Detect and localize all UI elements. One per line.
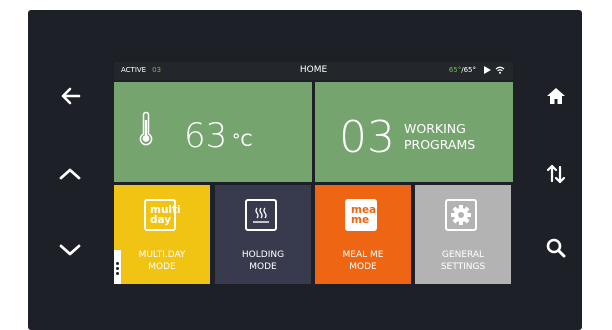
working-programs-tile[interactable]: 03 WORKING PROGRAMS (315, 82, 513, 182)
multi-day-icon: multi day (144, 199, 181, 231)
meal-me-mode-label: MEAL ME MODE (315, 249, 411, 273)
general-settings-tile[interactable]: GENERAL SETTINGS (415, 185, 511, 284)
holding-label-line1: HOLDING (241, 250, 285, 260)
scroll-up-button[interactable] (52, 156, 88, 192)
home-icon (547, 88, 565, 104)
working-programs-label-line2: PROGRAMS (404, 137, 476, 152)
sort-button[interactable] (538, 156, 574, 192)
dot (116, 272, 119, 275)
temp-readout-active: 65° (448, 66, 462, 74)
back-button[interactable] (52, 78, 88, 114)
multi-day-icon-text-2: day (150, 214, 172, 226)
multi-day-mode-label: MULTI.DAY MODE (114, 249, 210, 273)
holding-label-line2: MODE (249, 262, 277, 272)
chevron-down-icon (59, 244, 81, 256)
arrow-left-icon (61, 87, 81, 105)
multi-day-label-line2: MODE (148, 262, 176, 272)
holding-mode-label: HOLDING MODE (215, 249, 311, 273)
dot (116, 262, 119, 265)
general-settings-label-line1: GENERAL (441, 250, 485, 260)
temperature-unit: °C (232, 131, 253, 151)
home-button[interactable] (538, 78, 574, 114)
meal-me-mode-tile[interactable]: meal me MEAL ME MODE (315, 185, 411, 284)
temperature-tile[interactable]: 63 °C (114, 82, 312, 182)
settings-icon (445, 199, 477, 231)
wifi-icon (495, 66, 505, 74)
chevron-up-icon (59, 168, 81, 180)
play-icon (484, 66, 491, 74)
search-icon (546, 238, 566, 258)
working-programs-label-line1: WORKING (404, 121, 466, 136)
working-programs-count: 03 (339, 112, 395, 163)
temp-readout-setpoint: /65° (461, 66, 476, 74)
meal-me-icon-text-2: me (351, 214, 370, 226)
general-settings-label-line2: SETTINGS (440, 262, 486, 272)
scroll-down-button[interactable] (52, 232, 88, 268)
meal-me-icon: meal me (345, 199, 380, 231)
search-button[interactable] (538, 230, 574, 266)
multi-day-mode-tile[interactable]: multi day MULTI.DAY MODE (114, 185, 210, 284)
general-settings-label: GENERAL SETTINGS (415, 249, 511, 273)
multi-day-label-line1: MULTI.DAY (138, 250, 186, 260)
meal-me-label-line2: MODE (349, 262, 377, 272)
status-bar: ACTIVE 03 HOME 65°/65° (114, 62, 513, 80)
thermometer-icon (139, 111, 153, 146)
more-options-handle[interactable] (114, 250, 121, 284)
sort-updown-icon (546, 164, 566, 184)
dot (116, 267, 119, 270)
working-programs-label: WORKING PROGRAMS (404, 121, 475, 153)
meal-me-label-line1: MEAL ME (342, 250, 384, 260)
temperature-value: 63 (184, 116, 228, 156)
touch-screen: ACTIVE03 HOME 65°/65° 63 °C 03 WORKING (114, 62, 513, 284)
holding-mode-tile[interactable]: HOLDING MODE (215, 185, 311, 284)
status-right: 65°/65° (449, 66, 505, 74)
holding-icon (245, 199, 277, 231)
